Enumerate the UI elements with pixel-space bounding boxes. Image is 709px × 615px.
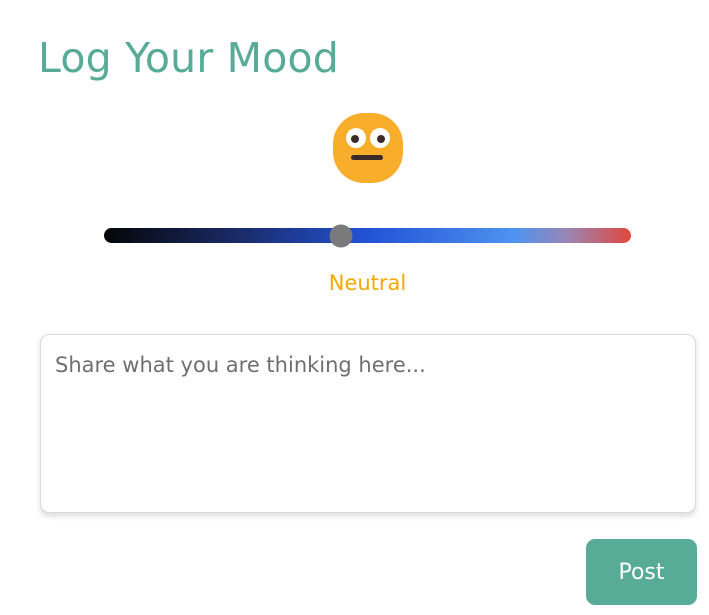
mood-log-page: Log Your Mood Neutral Post (0, 0, 709, 615)
neutral-face-icon (333, 113, 403, 183)
thoughts-textarea[interactable] (40, 334, 696, 513)
page-title: Log Your Mood (38, 34, 339, 82)
mood-slider[interactable] (104, 224, 631, 247)
post-button[interactable]: Post (586, 539, 697, 605)
slider-thumb[interactable] (329, 224, 353, 247)
mood-label: Neutral (328, 271, 407, 295)
